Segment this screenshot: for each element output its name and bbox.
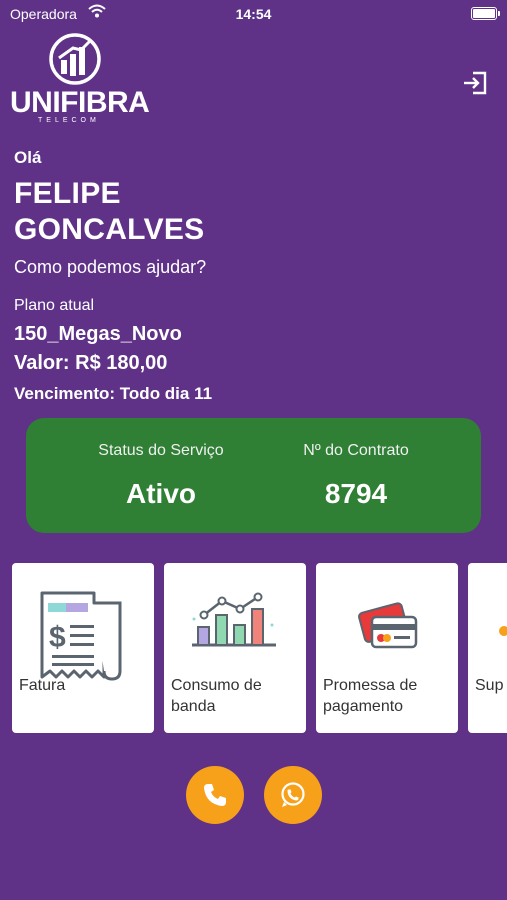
battery-icon	[471, 7, 500, 20]
status-bar: Operadora 14:54	[0, 0, 507, 28]
menu-card-consumo-banda[interactable]: Consumo de banda	[164, 563, 306, 733]
logout-button[interactable]	[461, 70, 489, 96]
service-status-card: Status do Serviço Ativo Nº do Contrato 8…	[26, 418, 481, 533]
menu-carousel[interactable]: $ Fatura Consumo de banda Promessa de pa…	[12, 563, 507, 733]
service-status-column: Status do Serviço Ativo	[66, 442, 256, 510]
contract-number-column: Nº do Contrato 8794	[261, 442, 451, 510]
menu-card-label: Fatura	[19, 677, 66, 694]
menu-card-fatura[interactable]: $ Fatura	[12, 563, 154, 733]
plan-due-date: Vencimento: Todo dia 11	[14, 384, 213, 403]
service-status-label: Status do Serviço	[98, 442, 224, 459]
unifibra-logo: UNIFIBRA TELECOM	[10, 32, 150, 124]
whatsapp-icon	[281, 782, 305, 807]
phone-icon	[204, 784, 226, 806]
menu-card-label: Promessa de pagamento	[323, 677, 418, 715]
service-status-value: Ativo	[126, 478, 196, 509]
menu-card-suporte[interactable]: Sup	[468, 563, 507, 733]
clock: 14:54	[235, 6, 272, 22]
whatsapp-button[interactable]	[264, 766, 322, 824]
menu-card-promessa-pagamento[interactable]: Promessa de pagamento	[316, 563, 458, 733]
greeting: Olá	[14, 148, 42, 167]
plan-name: 150_Megas_Novo	[14, 323, 182, 345]
menu-card-label: Sup	[475, 677, 504, 694]
user-name: FELIPE GONCALVES	[14, 177, 205, 246]
contract-number-value: 8794	[324, 478, 388, 509]
logo-brand-text: UNIFIBRA	[10, 86, 150, 119]
support-icon	[468, 585, 507, 685]
phone-call-button[interactable]	[186, 766, 244, 824]
logo-tagline: TELECOM	[38, 117, 100, 124]
logo-mark-icon	[49, 33, 101, 85]
contract-number-label: Nº do Contrato	[303, 442, 409, 459]
svg-text:$: $	[49, 621, 66, 654]
help-text: Como podemos ajudar?	[14, 257, 207, 277]
bandwidth-chart-icon	[164, 585, 306, 685]
plan-label: Plano atual	[14, 297, 95, 314]
plan-value: Valor: R$ 180,00	[14, 352, 168, 374]
credit-card-icon	[316, 585, 458, 685]
invoice-icon: $	[12, 585, 154, 685]
menu-card-label: Consumo de banda	[171, 677, 262, 715]
logout-icon	[464, 71, 487, 95]
